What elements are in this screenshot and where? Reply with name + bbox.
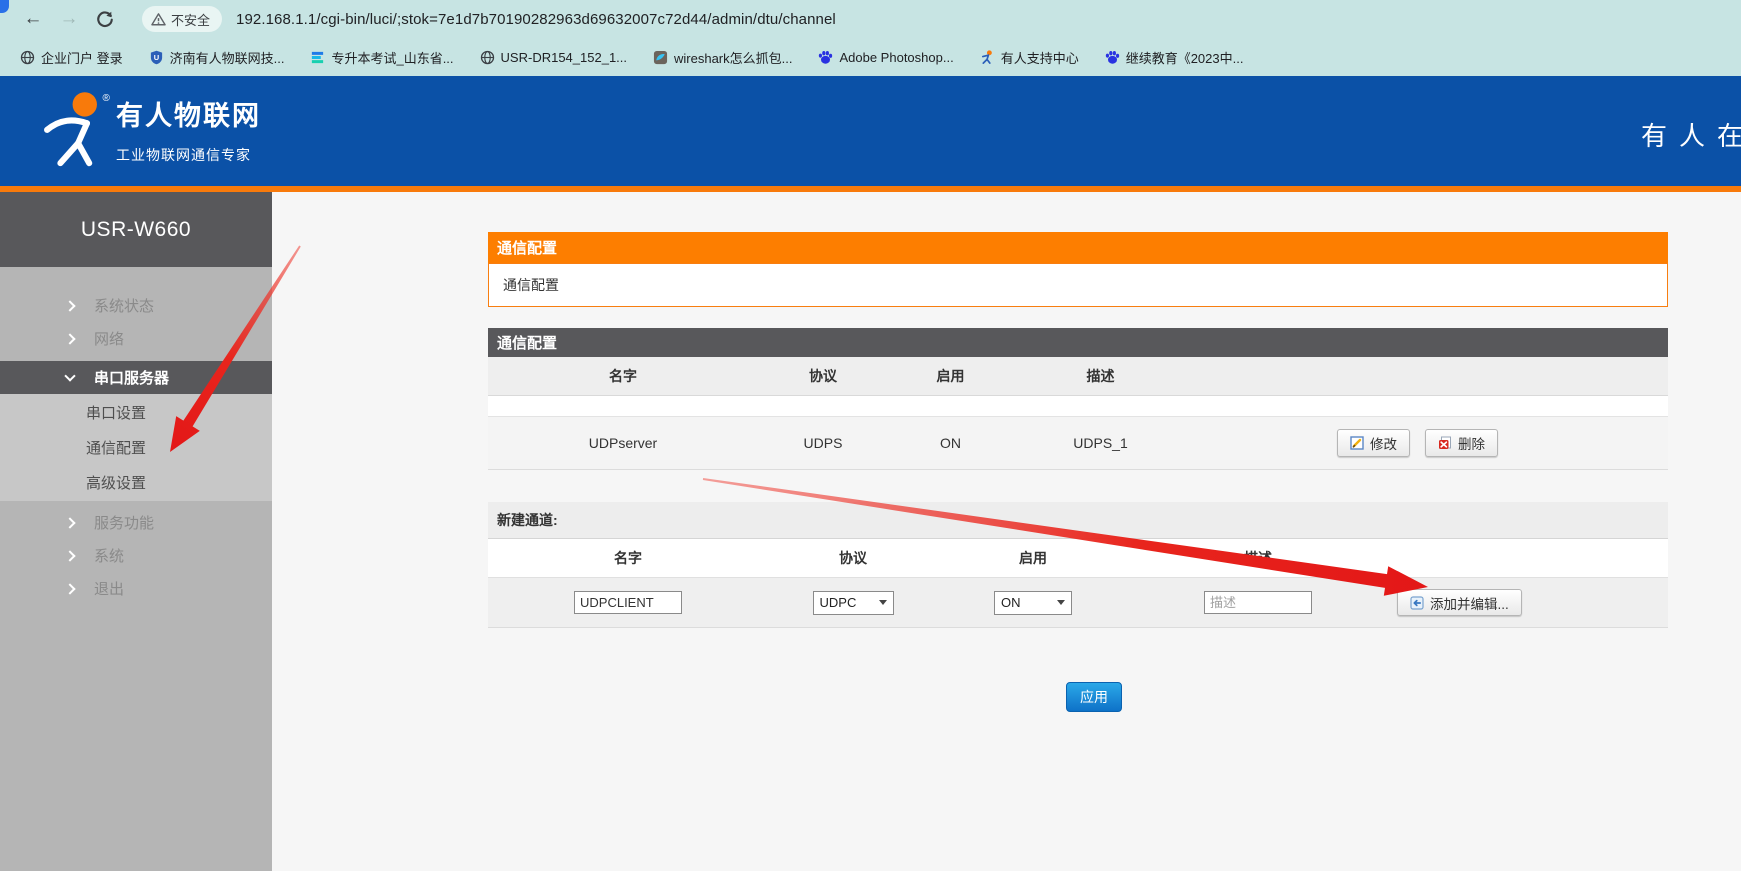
bookmark-label: wireshark怎么抓包... [674,48,792,67]
reload-button[interactable] [90,4,120,34]
bookmark-item[interactable]: Adobe Photoshop... [818,50,953,65]
globe-icon [480,50,495,65]
channel-table-title: 通信配置 [497,332,557,353]
select-arrow-icon [1057,600,1065,605]
e-icon [310,50,325,65]
col-name: 名字 [488,548,768,568]
channel-table-title-bar: 通信配置 [488,328,1668,357]
person-icon [980,50,995,65]
sidebar-item-system-status[interactable]: 系统状态 [0,289,272,322]
protocol-select[interactable]: UDPC [813,591,894,615]
back-button[interactable]: ← [18,4,48,34]
edit-button[interactable]: 修改 [1337,429,1410,457]
security-chip[interactable]: 不安全 [142,6,222,32]
page-title-panel: 通信配置 [488,263,1668,307]
sidebar-item-serial-server[interactable]: 串口服务器 [0,361,272,394]
security-label: 不安全 [171,10,210,29]
sidebar-item-network[interactable]: 网络 [0,322,272,355]
chevron-right-icon [64,517,75,528]
main-content: 通信配置 通信配置 通信配置 名字 协议 启用 描述 UDPserver UDP… [488,192,1668,871]
shield-icon: U [149,50,164,65]
wireshark-icon [653,50,668,65]
bookmark-item[interactable]: 专升本考试_山东省... [310,48,453,67]
delete-button[interactable]: 删除 [1425,429,1498,457]
bookmark-label: 企业门户 登录 [41,48,123,67]
bookmark-label: 济南有人物联网技... [170,48,285,67]
channel-name-input[interactable] [574,591,682,614]
col-protocol: 协议 [768,548,938,568]
svg-text:U: U [153,52,158,61]
device-name: USR-W660 [0,192,272,267]
page-title: 通信配置 [497,237,557,258]
banner-slogan: 有人在 [1641,116,1741,153]
new-channel-title: 新建通道: [488,502,1668,539]
baidu-paw-icon [818,50,833,65]
select-arrow-icon [879,600,887,605]
bookmark-item[interactable]: U 济南有人物联网技... [149,48,285,67]
sidebar-item-system[interactable]: 系统 [0,539,272,572]
reload-icon [96,10,114,28]
cell-protocol: UDPS [758,435,888,451]
bookmarks-bar: 企业门户 登录 U 济南有人物联网技... 专升本考试_山东省... USR-D… [0,38,1741,76]
cell-desc: UDPS_1 [1013,435,1188,451]
table-row: UDPserver UDPS ON UDPS_1 修改 删除 [488,417,1668,470]
cell-name: UDPserver [488,435,758,451]
browser-toolbar: ← → 不安全 192.168.1.1/cgi-bin/luci/;stok=7… [0,0,1741,38]
svg-text:®: ® [102,93,110,104]
bookmark-label: Adobe Photoshop... [839,50,953,65]
new-channel-form-row: UDPC ON 添加并编辑... [488,578,1668,628]
add-edit-icon [1410,596,1424,610]
bookmark-item[interactable]: USR-DR154_152_1... [480,50,627,65]
address-bar[interactable]: 192.168.1.1/cgi-bin/luci/;stok=7e1d7b701… [236,11,836,28]
col-desc: 描述 [1128,548,1388,568]
tab-edge [0,0,9,13]
col-protocol: 协议 [758,366,888,386]
bookmark-label: 专升本考试_山东省... [331,48,453,67]
bookmark-item[interactable]: 继续教育《2023中... [1105,48,1244,67]
col-enabled: 启用 [938,548,1128,568]
add-and-edit-button[interactable]: 添加并编辑... [1397,589,1522,616]
edit-icon [1350,436,1364,450]
col-name: 名字 [488,366,758,386]
apply-button[interactable]: 应用 [1066,682,1122,712]
baidu-paw-icon [1105,50,1120,65]
sidebar-item-logout[interactable]: 退出 [0,572,272,605]
usr-person-icon: ® [38,90,116,172]
bookmark-item[interactable]: wireshark怎么抓包... [653,48,792,67]
bookmark-item[interactable]: 企业门户 登录 [20,48,123,67]
sidebar-item-comm-config[interactable]: 通信配置 [0,430,272,465]
description-input[interactable] [1204,591,1312,614]
sidebar: USR-W660 系统状态 网络 串口服务器 串口设置 通信配置 高级设置 服务… [0,192,272,871]
sidebar-item-advanced-settings[interactable]: 高级设置 [0,465,272,500]
brand-title: 有人物联网 [116,94,261,133]
table-empty-row [488,396,1668,417]
forward-button[interactable]: → [54,4,84,34]
sidebar-item-serial-settings[interactable]: 串口设置 [0,395,272,430]
channel-table-header: 名字 协议 启用 描述 [488,357,1668,396]
brand-tagline: 工业物联网通信专家 [116,145,261,165]
warning-triangle-icon [151,12,166,27]
bookmark-label: 有人支持中心 [1001,48,1079,67]
usr-logo: ® [38,90,116,177]
delete-icon [1438,436,1452,450]
bookmark-item[interactable]: 有人支持中心 [980,48,1079,67]
sidebar-item-services[interactable]: 服务功能 [0,506,272,539]
chevron-right-icon [64,300,75,311]
globe-icon [20,50,35,65]
site-banner: ® 有人物联网 工业物联网通信专家 有人在 [0,76,1741,186]
chevron-down-icon [64,370,75,381]
chevron-right-icon [64,333,75,344]
enabled-select[interactable]: ON [994,591,1072,615]
panel-text: 通信配置 [503,275,559,295]
bookmark-label: USR-DR154_152_1... [501,50,627,65]
col-enabled: 启用 [888,366,1013,386]
chevron-right-icon [64,583,75,594]
col-desc: 描述 [1013,366,1188,386]
page-title-bar: 通信配置 [488,232,1668,263]
cell-enabled: ON [888,435,1013,451]
chevron-right-icon [64,550,75,561]
sidebar-submenu: 串口设置 通信配置 高级设置 [0,394,272,501]
new-channel-header: 名字 协议 启用 描述 [488,539,1668,578]
bookmark-label: 继续教育《2023中... [1126,48,1244,67]
